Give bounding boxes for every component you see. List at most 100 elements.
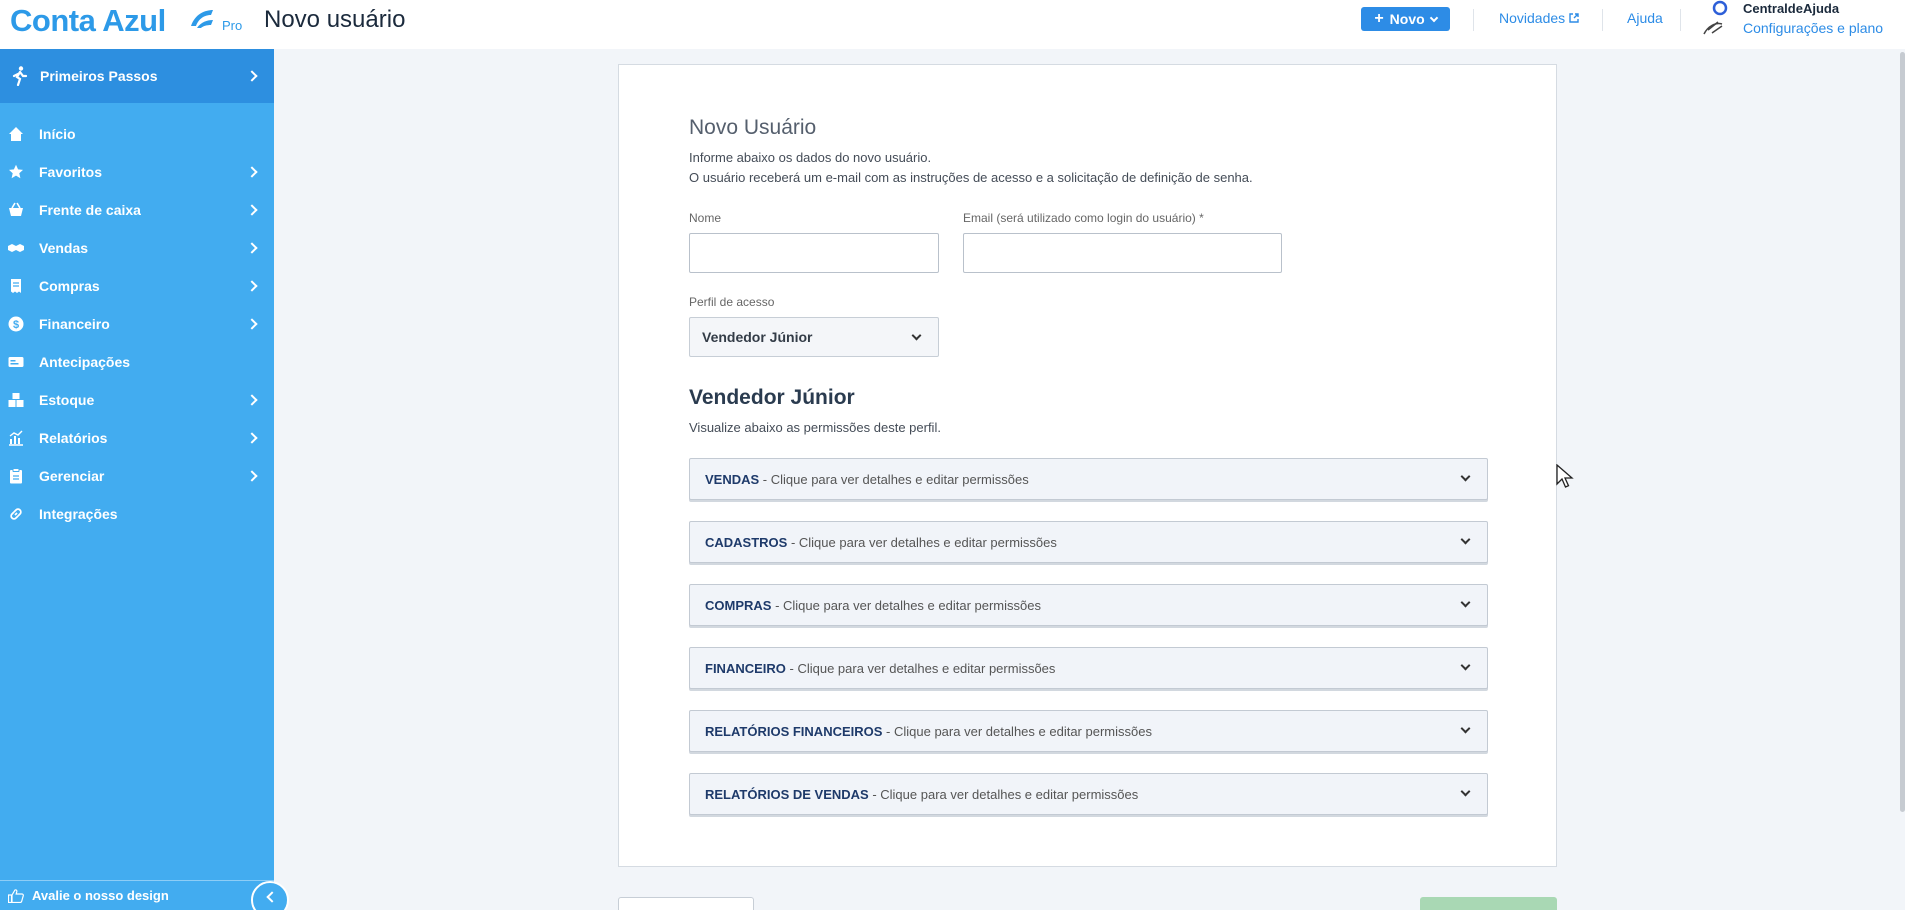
logo-text[interactable]: Conta Azul bbox=[10, 3, 166, 39]
plus-icon: + bbox=[1374, 10, 1384, 27]
chevron-right-icon bbox=[246, 204, 258, 216]
sidebar-item-favoritos[interactable]: Favoritos bbox=[0, 153, 274, 191]
permission-name: FINANCEIRO bbox=[705, 660, 786, 676]
sidebar-item-label: Integrações bbox=[39, 506, 118, 522]
cancel-button[interactable] bbox=[618, 897, 754, 910]
sidebar-item-label: Frente de caixa bbox=[39, 202, 141, 218]
permission-name: RELATÓRIOS DE VENDAS bbox=[705, 786, 869, 802]
rate-design-label: Avalie o nosso design bbox=[32, 888, 169, 903]
permission-hint: - Clique para ver detalhes e editar perm… bbox=[882, 723, 1152, 739]
permission-hint: - Clique para ver detalhes e editar perm… bbox=[787, 534, 1057, 550]
form-title: Novo Usuário bbox=[689, 116, 817, 139]
chevron-down-icon bbox=[1460, 723, 1471, 734]
divider bbox=[1473, 9, 1474, 31]
form-description-email: O usuário receberá um e-mail com as inst… bbox=[689, 170, 1253, 185]
sidebar-item-integracoes[interactable]: Integrações bbox=[0, 495, 274, 533]
profile-label: Perfil de acesso bbox=[689, 295, 775, 309]
news-link-label: Novidades bbox=[1499, 10, 1566, 26]
sidebar-item-first-steps[interactable]: Primeiros Passos bbox=[0, 49, 274, 103]
chevron-right-icon bbox=[246, 394, 258, 406]
sidebar-item-gerenciar[interactable]: Gerenciar bbox=[0, 457, 274, 495]
permission-section-vendas[interactable]: VENDAS - Clique para ver detalhes e edit… bbox=[689, 458, 1488, 500]
new-user-form-card: Novo Usuário Informe abaixo os dados do … bbox=[618, 64, 1557, 867]
save-button[interactable] bbox=[1420, 897, 1557, 910]
permission-hint: - Clique para ver detalhes e editar perm… bbox=[868, 786, 1139, 802]
sidebar-item-label: Vendas bbox=[39, 240, 89, 256]
sidebar-item-compras[interactable]: Compras bbox=[0, 267, 274, 305]
plan-badge: Pro bbox=[222, 18, 243, 33]
sidebar-item-financeiro[interactable]: $ Financeiro bbox=[0, 305, 274, 343]
handshake-icon bbox=[8, 240, 24, 256]
home-icon bbox=[8, 126, 24, 142]
sidebar-item-label: Favoritos bbox=[39, 164, 103, 180]
chevron-down-icon bbox=[1460, 786, 1471, 797]
name-input[interactable] bbox=[689, 233, 939, 273]
receipt-icon bbox=[8, 278, 24, 294]
sidebar-item-label: Estoque bbox=[39, 392, 95, 408]
permission-name: CADASTROS bbox=[705, 534, 788, 550]
basket-icon bbox=[8, 202, 24, 218]
sidebar-item-label: Início bbox=[39, 126, 76, 142]
permission-section-relatorios-financeiros[interactable]: RELATÓRIOS FINANCEIROS - Clique para ver… bbox=[689, 710, 1488, 752]
chevron-left-icon bbox=[265, 891, 278, 903]
rate-design-link[interactable]: Avalie o nosso design bbox=[0, 880, 274, 910]
email-label: Email (será utilizado como login do usuá… bbox=[963, 211, 1204, 225]
permission-section-financeiro[interactable]: FINANCEIRO - Clique para ver detalhes e … bbox=[689, 647, 1488, 689]
chevron-down-icon bbox=[911, 330, 922, 341]
sidebar-item-antecipacoes[interactable]: Antecipações bbox=[0, 343, 274, 381]
star-icon bbox=[8, 164, 24, 180]
sidebar-item-label: Gerenciar bbox=[39, 468, 105, 484]
boxes-icon bbox=[8, 392, 24, 408]
logo-mark-icon bbox=[187, 8, 215, 35]
dollar-coin-icon: $ bbox=[8, 316, 24, 332]
sidebar-item-estoque[interactable]: Estoque bbox=[0, 381, 274, 419]
sidebar-item-label: Relatórios bbox=[39, 430, 108, 446]
form-description: Informe abaixo os dados do novo usuário. bbox=[689, 150, 932, 165]
clipboard-icon bbox=[8, 468, 24, 484]
walking-person-icon bbox=[10, 66, 30, 86]
permission-name: COMPRAS bbox=[705, 597, 772, 613]
new-button-label: Novo bbox=[1389, 11, 1425, 27]
page-title: Novo usuário bbox=[264, 6, 406, 33]
access-profile-select[interactable]: Vendedor Júnior bbox=[689, 317, 939, 357]
sidebar-item-inicio[interactable]: Início bbox=[0, 115, 274, 153]
chevron-right-icon bbox=[246, 470, 258, 482]
sidebar-item-relatorios[interactable]: Relatórios bbox=[0, 419, 274, 457]
new-button[interactable]: + Novo bbox=[1361, 7, 1450, 31]
permission-section-compras[interactable]: COMPRAS - Clique para ver detalhes e edi… bbox=[689, 584, 1488, 626]
help-link[interactable]: Ajuda bbox=[1627, 10, 1663, 26]
sidebar: Primeiros Passos Início Favoritos Frente… bbox=[0, 49, 274, 910]
permission-section-relatorios-de-vendas[interactable]: RELATÓRIOS DE VENDAS - Clique para ver d… bbox=[689, 773, 1488, 815]
email-input[interactable] bbox=[963, 233, 1282, 273]
chevron-right-icon bbox=[246, 166, 258, 178]
sidebar-item-label: Compras bbox=[39, 278, 100, 294]
collapse-sidebar-button[interactable] bbox=[251, 881, 289, 910]
permission-name: RELATÓRIOS FINANCEIROS bbox=[705, 723, 883, 739]
svg-text:$: $ bbox=[13, 319, 19, 331]
chevron-down-icon bbox=[1460, 471, 1471, 482]
external-link-icon bbox=[1569, 10, 1579, 26]
card-icon bbox=[8, 354, 24, 370]
access-profile-value: Vendedor Júnior bbox=[702, 329, 813, 345]
scrollbar[interactable] bbox=[1900, 52, 1905, 812]
chevron-down-icon bbox=[1429, 13, 1438, 22]
divider bbox=[1602, 9, 1603, 31]
sidebar-item-label: Primeiros Passos bbox=[40, 68, 158, 84]
thumbs-up-icon bbox=[8, 888, 24, 903]
sidebar-item-vendas[interactable]: Vendas bbox=[0, 229, 274, 267]
sidebar-item-label: Financeiro bbox=[39, 316, 110, 332]
chevron-right-icon bbox=[246, 432, 258, 444]
bar-chart-icon bbox=[8, 430, 24, 446]
sidebar-item-frente-de-caixa[interactable]: Frente de caixa bbox=[0, 191, 274, 229]
permission-name: VENDAS bbox=[705, 471, 760, 487]
chevron-right-icon bbox=[246, 280, 258, 292]
permission-hint: - Clique para ver detalhes e editar perm… bbox=[771, 597, 1041, 613]
user-avatar-icon[interactable] bbox=[1698, 0, 1732, 43]
news-link[interactable]: Novidades bbox=[1499, 10, 1579, 26]
chevron-down-icon bbox=[1460, 660, 1471, 671]
account-settings-link[interactable]: Configurações e plano bbox=[1743, 20, 1883, 36]
user-name[interactable]: CentraldeAjuda bbox=[1743, 1, 1839, 16]
name-label: Nome bbox=[689, 211, 722, 225]
chevron-right-icon bbox=[246, 318, 258, 330]
permission-section-cadastros[interactable]: CADASTROS - Clique para ver detalhes e e… bbox=[689, 521, 1488, 563]
